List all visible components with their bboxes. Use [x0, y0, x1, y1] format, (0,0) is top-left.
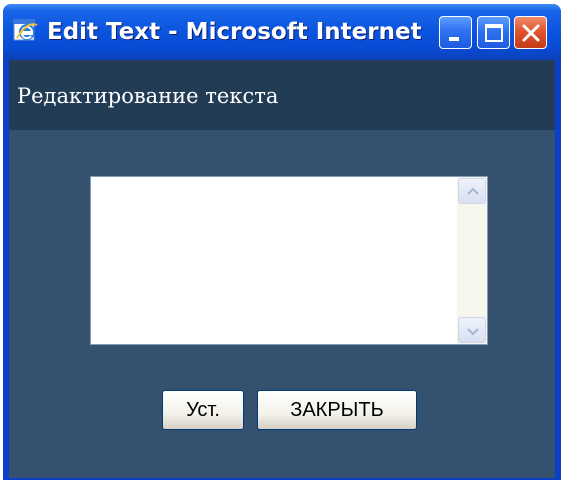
browser-popup-window: Edit Text - Microsoft Internet E... Реда…	[3, 4, 561, 480]
scroll-up-button[interactable]	[458, 178, 486, 204]
dialog-header: Редактирование текста	[9, 60, 555, 130]
chevron-up-icon	[467, 187, 479, 195]
maximize-button[interactable]	[477, 16, 510, 49]
text-editor[interactable]	[90, 176, 488, 345]
maximize-icon	[485, 24, 503, 42]
chevron-down-icon	[467, 328, 479, 336]
internet-explorer-icon	[13, 17, 39, 43]
dialog-body: Редактирование текста Уст. ЗАКРЫТЬ	[9, 60, 555, 478]
window-title: Edit Text - Microsoft Internet E...	[47, 19, 427, 45]
scroll-down-button[interactable]	[458, 317, 486, 343]
close-window-button[interactable]	[514, 16, 547, 49]
close-icon	[522, 24, 540, 42]
page-title: Редактирование текста	[17, 84, 279, 108]
window-titlebar[interactable]: Edit Text - Microsoft Internet E...	[3, 4, 561, 60]
text-editor-input[interactable]	[91, 177, 455, 344]
set-button[interactable]: Уст.	[162, 390, 244, 430]
minimize-button[interactable]	[439, 16, 472, 49]
close-button[interactable]: ЗАКРЫТЬ	[257, 390, 417, 430]
vertical-scrollbar[interactable]	[457, 177, 487, 344]
minimize-icon	[449, 37, 459, 41]
